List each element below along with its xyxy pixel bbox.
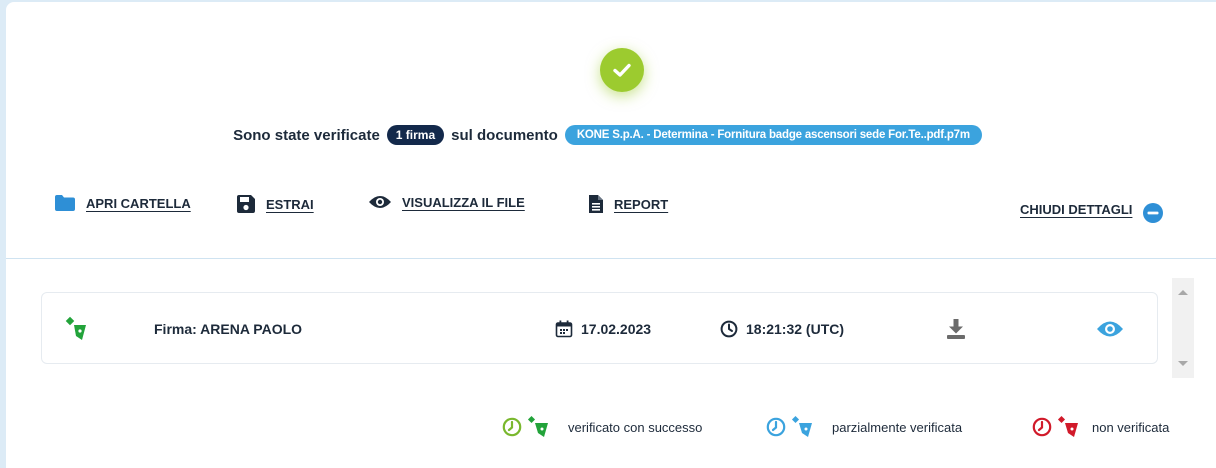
legend-success-label: verificato con successo [568,419,703,435]
clock-icon [502,417,522,437]
signature-status [64,293,90,365]
download-icon [947,319,965,339]
scroll-down-arrow[interactable] [1178,361,1188,366]
clock-icon [766,417,786,437]
signature-count-badge: 1 firma [386,125,445,145]
verification-panel: Sono state verificate 1 firma sul docume… [6,2,1216,468]
extract-label: ESTRAI [266,196,314,212]
clock-icon [1032,417,1052,437]
close-details-button[interactable]: CHIUDI DETTAGLI [1020,194,1164,224]
eye-icon [1097,321,1123,337]
signature-row[interactable]: Firma: ARENA PAOLO 17.02.2023 18:21:32 (… [41,292,1158,364]
report-button[interactable]: REPORT [588,194,668,214]
signature-time-value: 18:21:32 (UTC) [746,321,845,337]
section-divider [6,258,1216,259]
save-icon [237,195,255,213]
action-toolbar: APRI CARTELLA ESTRAI VISUALIZZA IL FILE … [6,194,1216,224]
document-icon [589,195,603,213]
calendar-icon [555,320,573,338]
signature-name: Firma: ARENA PAOLO [154,293,302,365]
open-folder-button[interactable]: APRI CARTELLA [54,194,191,212]
view-file-button[interactable]: VISUALIZZA IL FILE [368,194,525,210]
close-details-label: CHIUDI DETTAGLI [1020,201,1133,217]
scroll-up-arrow[interactable] [1178,290,1188,295]
summary-middle: sul documento [451,126,558,144]
signature-pen-icon [65,316,86,340]
document-name-badge: KONE S.p.A. - Determina - Fornitura badg… [564,125,982,145]
signature-date-value: 17.02.2023 [581,321,652,337]
legend-failed-label: non verificata [1092,419,1170,435]
eye-icon [369,196,391,208]
download-signature-button[interactable] [946,293,966,365]
report-label: REPORT [614,196,669,212]
signature-list-scrollbar[interactable] [1172,278,1194,378]
verification-summary: Sono state verificate 1 firma sul docume… [6,122,1216,148]
summary-prefix: Sono state verificate [233,126,380,144]
signature-pen-icon [791,415,812,437]
check-icon [600,48,644,92]
legend-success: verificato con successo [502,414,702,440]
legend-failed: non verificata [1032,414,1169,440]
signature-pen-icon [527,415,548,437]
folder-icon [55,195,75,211]
legend-partial-label: parzialmente verificata [832,419,963,435]
minus-circle-icon [1143,203,1164,223]
signer-label: Firma: ARENA PAOLO [154,321,303,337]
signature-date: 17.02.2023 [555,293,651,365]
signature-time: 18:21:32 (UTC) [720,293,844,365]
signature-pen-icon [1057,415,1078,437]
legend-partial: parzialmente verificata [766,414,962,440]
view-signature-button[interactable] [1096,293,1124,365]
extract-button[interactable]: ESTRAI [236,194,314,214]
clock-icon [720,320,738,338]
open-folder-label: APRI CARTELLA [86,195,191,211]
view-file-label: VISUALIZZA IL FILE [402,194,525,210]
